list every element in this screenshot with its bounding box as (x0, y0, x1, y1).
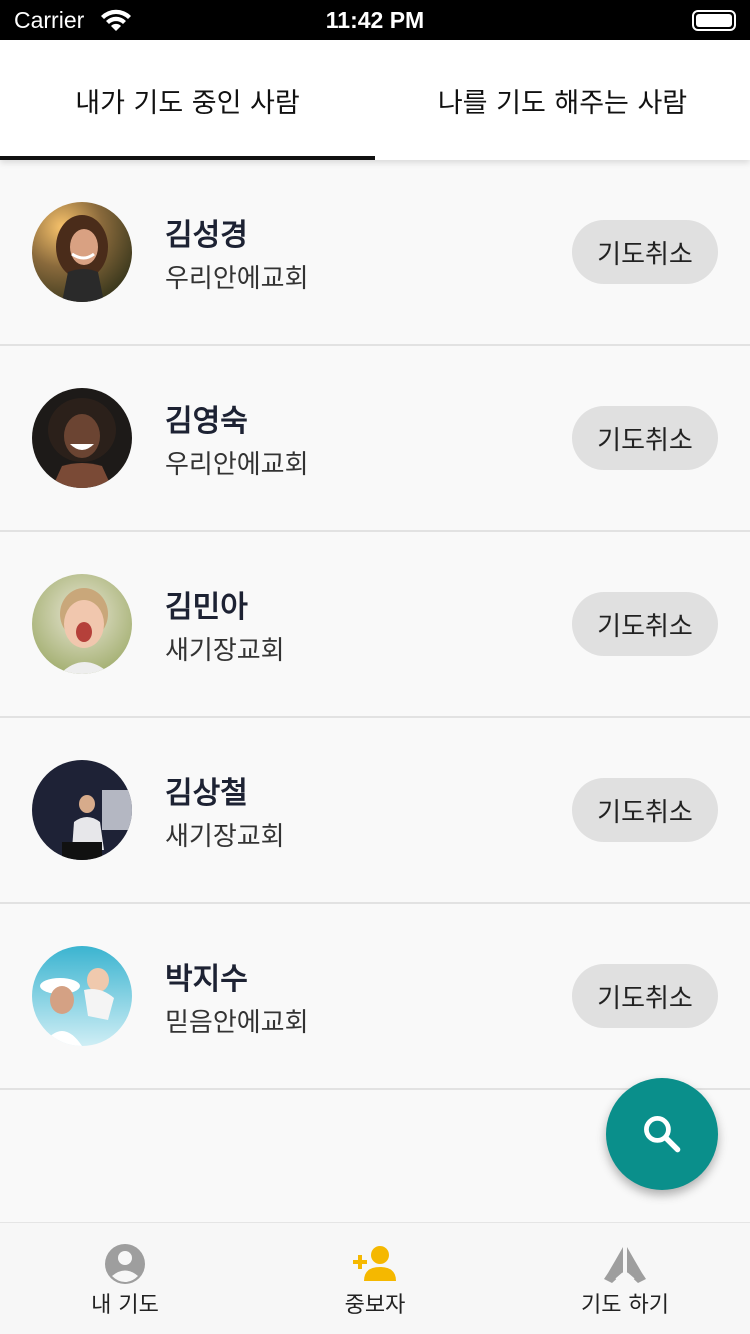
nav-my-prayer[interactable]: 내 기도 (0, 1223, 250, 1334)
avatar (32, 574, 132, 674)
church-name: 믿음안에교회 (165, 1008, 309, 1038)
nav-label: 내 기도 (91, 1293, 159, 1318)
church-name: 우리안에교회 (165, 264, 309, 294)
tab-praying-for-me[interactable]: 나를 기도 해주는 사람 (375, 40, 750, 160)
list-item: 김민아 새기장교회 기도취소 (0, 532, 750, 718)
avatar (32, 946, 132, 1046)
nav-label: 중보자 (344, 1293, 406, 1318)
cancel-prayer-button[interactable]: 기도취소 (572, 964, 718, 1028)
church-name: 우리안에교회 (165, 450, 309, 480)
account-circle-icon (105, 1244, 145, 1284)
tab-praying-for[interactable]: 내가 기도 중인 사람 (0, 40, 375, 160)
cancel-prayer-button[interactable]: 기도취소 (572, 406, 718, 470)
avatar (32, 388, 132, 488)
church-name: 새기장교회 (165, 636, 285, 666)
intercessor-list: 김성경 우리안에교회 기도취소 김영숙 우리안에교회 기도취소 김민아 새기장교… (0, 160, 750, 1090)
cancel-prayer-button[interactable]: 기도취소 (572, 220, 718, 284)
avatar (32, 760, 132, 860)
tab-bar: 내가 기도 중인 사람 나를 기도 해주는 사람 (0, 40, 750, 160)
clock: 11:42 PM (325, 7, 425, 33)
person-name: 김영숙 (165, 404, 248, 439)
person-name: 김상철 (165, 776, 248, 811)
search-button[interactable] (606, 1078, 718, 1190)
person-name: 김민아 (165, 590, 248, 625)
nav-pray[interactable]: 기도 하기 (500, 1223, 750, 1334)
church-name: 새기장교회 (165, 822, 285, 852)
person-name: 박지수 (165, 962, 248, 997)
battery-icon (692, 10, 736, 31)
list-item: 박지수 믿음안에교회 기도취소 (0, 904, 750, 1090)
list-item: 김성경 우리안에교회 기도취소 (0, 160, 750, 346)
person-add-icon (353, 1246, 396, 1281)
avatar (32, 202, 132, 302)
person-name: 김성경 (165, 218, 248, 253)
praying-hands-icon (604, 1247, 646, 1283)
list-item: 김상철 새기장교회 기도취소 (0, 718, 750, 904)
nav-label: 기도 하기 (581, 1293, 669, 1318)
status-bar: Carrier 11:42 PM (0, 0, 750, 40)
cancel-prayer-button[interactable]: 기도취소 (572, 778, 718, 842)
cancel-prayer-button[interactable]: 기도취소 (572, 592, 718, 656)
bottom-nav: 내 기도 중보자 기도 하기 (0, 1222, 750, 1334)
search-icon (644, 1116, 681, 1153)
list-item: 김영숙 우리안에교회 기도취소 (0, 346, 750, 532)
nav-intercessor[interactable]: 중보자 (250, 1223, 500, 1334)
